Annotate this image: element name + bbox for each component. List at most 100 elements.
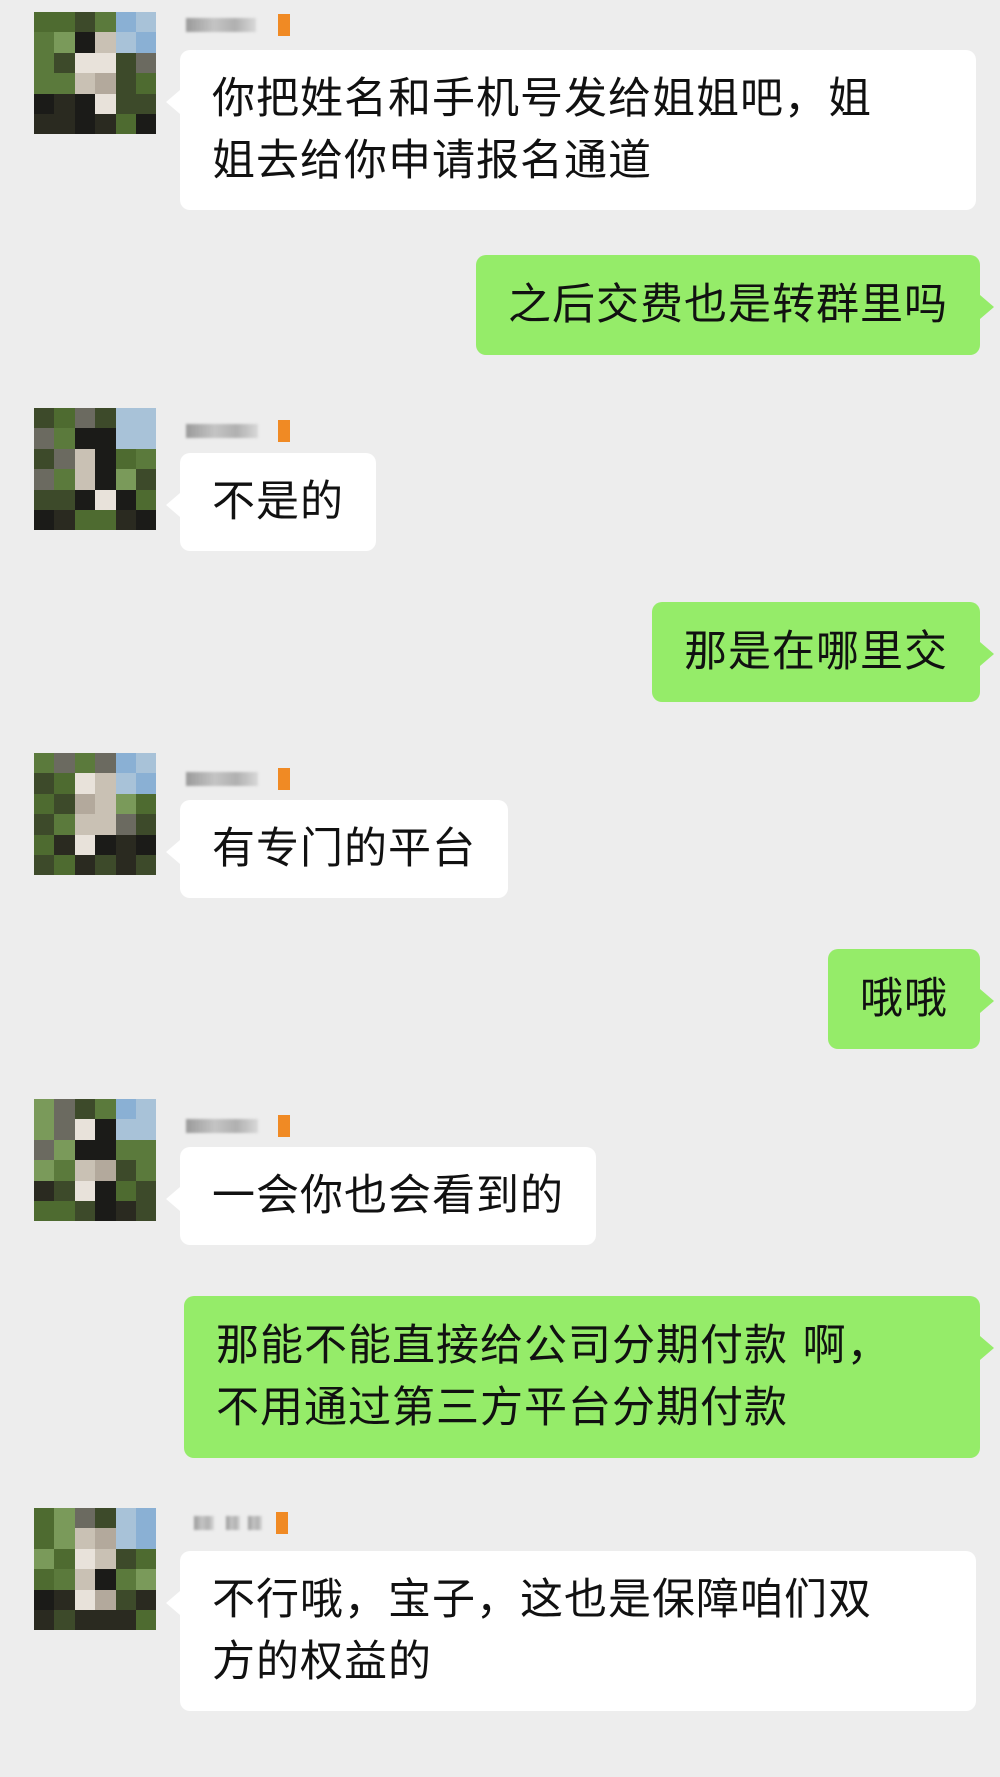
avatar-mosaic-tile (115, 1180, 136, 1201)
avatar-mosaic-tile (74, 753, 96, 774)
avatar-mosaic-tile (115, 1528, 136, 1549)
avatar-mosaic-tile (34, 1139, 55, 1161)
avatar-mosaic-tile (74, 793, 96, 815)
avatar-mosaic-tile (95, 834, 116, 855)
outgoing-message[interactable]: 哦哦 (828, 949, 994, 1049)
avatar-mosaic-tile (74, 448, 96, 470)
avatar-mosaic-tile (74, 814, 96, 835)
avatar-mosaic-tile (115, 793, 136, 815)
avatar-mosaic-tile (34, 93, 55, 114)
sender-avatar[interactable] (34, 12, 156, 134)
avatar-mosaic-tile (115, 52, 136, 74)
avatar-mosaic-tile (54, 510, 75, 530)
avatar-mosaic-tile (54, 489, 75, 510)
avatar-mosaic-tile (54, 1610, 75, 1630)
avatar-mosaic-tile (34, 73, 55, 94)
avatar-mosaic-tile (115, 814, 136, 835)
avatar-mosaic-tile (34, 52, 55, 74)
avatar-mosaic-tile (74, 1508, 96, 1529)
avatar-mosaic-tile (34, 489, 55, 510)
avatar-mosaic-tile (34, 753, 55, 774)
avatar-mosaic-tile (115, 32, 136, 53)
avatar-mosaic-tile (74, 1119, 96, 1140)
avatar-mosaic-tile (34, 1528, 55, 1549)
avatar-mosaic-tile (95, 12, 116, 33)
avatar-mosaic-tile (74, 1180, 96, 1201)
sender-avatar[interactable] (34, 1508, 156, 1630)
avatar-mosaic-tile (95, 510, 116, 530)
avatar-mosaic-tile (54, 855, 75, 875)
avatar-mosaic-tile (74, 114, 96, 134)
sender-avatar[interactable] (34, 408, 156, 530)
avatar-mosaic-tile (54, 52, 75, 74)
avatar-mosaic-tile (74, 1099, 96, 1120)
avatar-mosaic-tile (95, 1610, 116, 1630)
outgoing-message[interactable]: 那能不能直接给公司分期付款 啊， 不用通过第三方平台分期付款 (184, 1296, 994, 1458)
avatar-mosaic-tile (54, 834, 75, 855)
avatar-mosaic-tile (136, 32, 156, 53)
avatar-mosaic-tile (54, 1528, 75, 1549)
avatar-mosaic-tile (74, 73, 96, 94)
outgoing-message[interactable]: 之后交费也是转群里吗 (476, 255, 994, 355)
avatar-mosaic-tile (34, 448, 55, 470)
avatar-mosaic-tile (54, 428, 75, 449)
avatar-mosaic-tile (34, 408, 55, 429)
avatar-mosaic-tile (115, 1508, 136, 1529)
avatar-mosaic-tile (54, 773, 75, 794)
avatar-mosaic-tile (34, 834, 55, 855)
avatar-mosaic-tile (95, 1139, 116, 1161)
avatar-mosaic-tile (34, 1160, 55, 1181)
avatar-mosaic-tile (95, 32, 116, 53)
avatar-mosaic-tile (34, 1201, 55, 1221)
avatar-mosaic-tile (136, 1569, 156, 1590)
sender-avatar[interactable] (34, 1099, 156, 1221)
avatar-mosaic-tile (115, 773, 136, 794)
avatar-mosaic-tile (95, 1160, 116, 1181)
sender-avatar[interactable] (34, 753, 156, 875)
avatar-mosaic-tile (54, 793, 75, 815)
incoming-message[interactable]: 不是的 (166, 453, 376, 551)
avatar-mosaic-tile (74, 93, 96, 114)
avatar-mosaic-tile (54, 1119, 75, 1140)
avatar-mosaic-tile (115, 1201, 136, 1221)
avatar-mosaic-tile (54, 753, 75, 774)
avatar-mosaic-tile (136, 1180, 156, 1201)
avatar-mosaic-tile (136, 448, 156, 470)
chat-conversation[interactable]: 你把姓名和手机号发给姐姐吧，姐 姐去给你申请报名通道 之后交费也是转群里吗 不是… (0, 0, 1000, 1777)
avatar-mosaic-tile (34, 510, 55, 530)
avatar-mosaic-tile (95, 93, 116, 114)
avatar-mosaic-tile (136, 510, 156, 530)
avatar-mosaic-tile (136, 1589, 156, 1610)
avatar-mosaic-tile (54, 73, 75, 94)
avatar-mosaic-tile (54, 93, 75, 114)
avatar-mosaic-tile (115, 1610, 136, 1630)
avatar-mosaic-tile (34, 814, 55, 835)
outgoing-message[interactable]: 那是在哪里交 (652, 602, 994, 702)
avatar-mosaic-tile (34, 1589, 55, 1610)
avatar-mosaic-tile (115, 1569, 136, 1590)
avatar-mosaic-tile (95, 469, 116, 490)
incoming-message[interactable]: 不行哦，宝子，这也是保障咱们双 方的权益的 (166, 1551, 976, 1711)
incoming-message[interactable]: 你把姓名和手机号发给姐姐吧，姐 姐去给你申请报名通道 (166, 50, 976, 210)
incoming-message[interactable]: 有专门的平台 (166, 800, 508, 898)
avatar-mosaic-tile (74, 510, 96, 530)
avatar-mosaic-tile (115, 510, 136, 530)
avatar-mosaic-tile (74, 469, 96, 490)
avatar-mosaic-tile (95, 52, 116, 74)
avatar-mosaic-tile (54, 1508, 75, 1529)
avatar-mosaic-tile (136, 408, 156, 429)
avatar-mosaic-tile (54, 1548, 75, 1570)
avatar-mosaic-tile (136, 855, 156, 875)
avatar-mosaic-tile (74, 408, 96, 429)
avatar-mosaic-tile (136, 1201, 156, 1221)
avatar-mosaic-tile (34, 773, 55, 794)
incoming-message[interactable]: 一会你也会看到的 (166, 1147, 596, 1245)
avatar-mosaic-tile (34, 114, 55, 134)
avatar-mosaic-tile (136, 114, 156, 134)
avatar-mosaic-tile (95, 1119, 116, 1140)
avatar-mosaic-tile (95, 1099, 116, 1120)
avatar-mosaic-tile (115, 1119, 136, 1140)
avatar-mosaic-tile (34, 1099, 55, 1120)
avatar-mosaic-tile (74, 1528, 96, 1549)
avatar-mosaic-tile (54, 32, 75, 53)
